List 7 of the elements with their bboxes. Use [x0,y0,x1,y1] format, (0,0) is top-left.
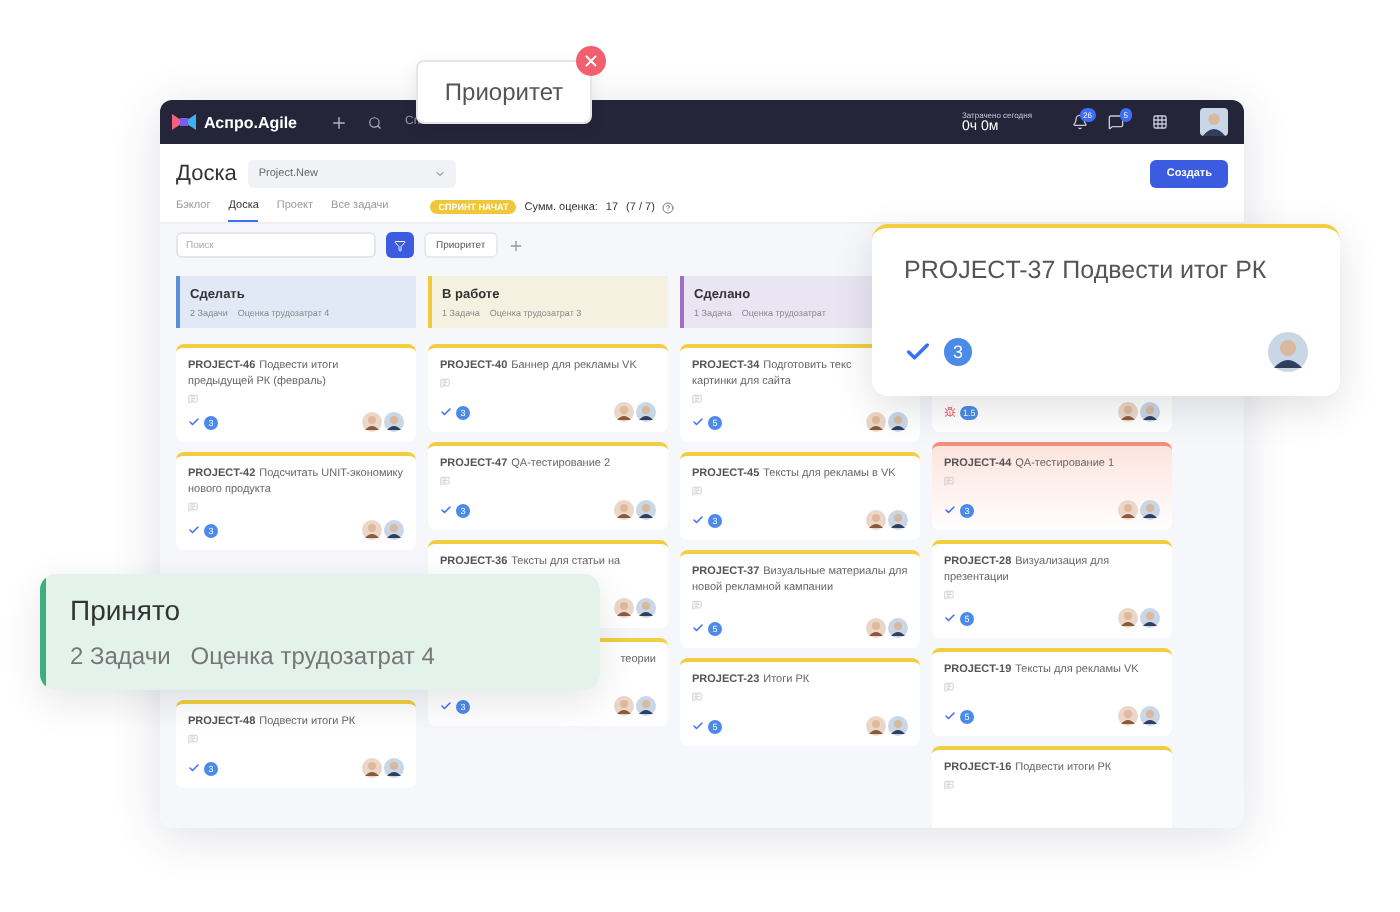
task-title: PROJECT-37 Подвести итог РК [904,256,1269,284]
estimate-badge: 3 [944,338,972,366]
column-estimate: Оценка трудозатрат 4 [190,642,435,670]
column-title: Принято [70,594,183,626]
brand-name: Аспро.Agile [204,113,298,131]
page-title: Доска [176,162,237,186]
task-count: 2 Задачи [70,642,171,670]
